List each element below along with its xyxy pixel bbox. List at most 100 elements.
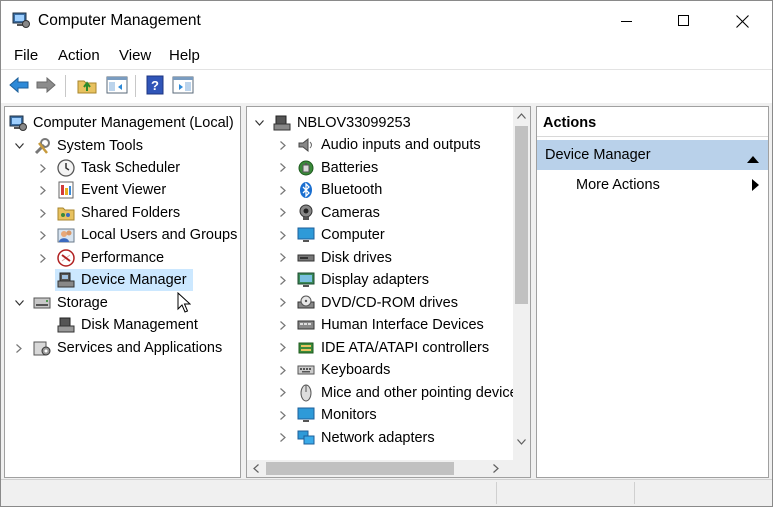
chevron-right-icon[interactable]: [277, 337, 289, 359]
tree-item-label: Performance: [81, 250, 165, 266]
console-tree-pane[interactable]: Computer Management (Local) System Tools…: [4, 106, 241, 478]
collapse-up-icon[interactable]: [747, 151, 759, 167]
chevron-right-icon[interactable]: [37, 247, 49, 269]
device-category-item[interactable]: Mice and other pointing devices: [297, 382, 525, 404]
device-category-item[interactable]: Bluetooth: [297, 179, 382, 201]
tree-item-label: Storage: [57, 295, 108, 311]
device-category-item[interactable]: Keyboards: [297, 359, 390, 381]
scroll-down-button[interactable]: [513, 433, 530, 450]
computer-node-icon: [273, 114, 291, 132]
computer-name-label: NBLOV33099253: [297, 115, 411, 131]
device-category-item[interactable]: Display adapters: [297, 269, 429, 291]
chevron-right-icon[interactable]: [277, 404, 289, 426]
tree-item-label: Event Viewer: [81, 182, 167, 198]
chevron-down-icon[interactable]: [253, 112, 265, 134]
ide-controller-icon: [297, 339, 315, 357]
device-category-item[interactable]: Monitors: [297, 404, 377, 426]
tree-item-device-manager[interactable]: Device Manager: [55, 269, 193, 291]
mouse-cursor-icon: [177, 292, 191, 313]
scroll-left-button[interactable]: [247, 460, 264, 477]
chevron-right-icon[interactable]: [277, 202, 289, 224]
horizontal-scroll-thumb[interactable]: [266, 462, 454, 475]
device-category-label: Cameras: [321, 204, 380, 221]
chevron-right-icon[interactable]: [277, 269, 289, 291]
chevron-down-icon[interactable]: [13, 292, 25, 314]
back-icon[interactable]: [7, 73, 31, 97]
device-category-label: Disk drives: [321, 249, 392, 266]
show-hide-action-pane-icon[interactable]: [171, 73, 195, 97]
tree-item-system-tools[interactable]: System Tools: [33, 135, 143, 157]
chevron-right-icon[interactable]: [277, 427, 289, 449]
tree-item-performance[interactable]: Performance: [57, 247, 164, 269]
close-button[interactable]: [713, 1, 771, 41]
tree-item-services-and-applications[interactable]: Services and Applications: [33, 337, 222, 359]
chevron-right-icon[interactable]: [13, 337, 25, 359]
vertical-scrollbar[interactable]: [513, 107, 530, 477]
chevron-down-icon[interactable]: [13, 135, 25, 157]
chevron-right-icon[interactable]: [37, 179, 49, 201]
device-category-item[interactable]: DVD/CD-ROM drives: [297, 292, 458, 314]
tree-item-disk-management[interactable]: Disk Management: [57, 314, 198, 336]
actions-section-device-manager[interactable]: Device Manager: [537, 140, 768, 170]
tree-item-shared-folders[interactable]: Shared Folders: [57, 202, 180, 224]
tree-root-computer-management[interactable]: Computer Management (Local): [9, 112, 234, 134]
dvd-drive-icon: [297, 294, 315, 312]
more-actions-item[interactable]: More Actions: [537, 173, 768, 199]
chevron-right-icon[interactable]: [277, 359, 289, 381]
event-viewer-icon: [57, 181, 75, 199]
device-category-item[interactable]: Computer: [297, 224, 385, 246]
scroll-up-button[interactable]: [513, 107, 530, 124]
menu-action[interactable]: Action: [58, 47, 100, 64]
menu-view[interactable]: View: [119, 47, 151, 64]
maximize-button[interactable]: [655, 1, 713, 41]
vertical-scroll-thumb[interactable]: [515, 126, 528, 304]
chevron-right-icon[interactable]: [277, 134, 289, 156]
device-tree-computer-node[interactable]: NBLOV33099253: [273, 112, 411, 134]
chevron-right-icon[interactable]: [277, 382, 289, 404]
device-category-item[interactable]: Audio inputs and outputs: [297, 134, 481, 156]
show-hide-console-tree-icon[interactable]: [105, 73, 129, 97]
chevron-right-icon[interactable]: [277, 247, 289, 269]
chevron-right-icon[interactable]: [37, 202, 49, 224]
chevron-right-icon[interactable]: [37, 224, 49, 246]
device-category-item[interactable]: Batteries: [297, 157, 378, 179]
tree-item-storage[interactable]: Storage: [33, 292, 108, 314]
device-category-item[interactable]: Network adapters: [297, 427, 435, 449]
menu-bar: File Action View Help: [1, 43, 772, 69]
chevron-right-icon[interactable]: [277, 179, 289, 201]
minimize-button[interactable]: [598, 1, 656, 41]
device-manager-icon: [57, 271, 75, 289]
device-category-label: Audio inputs and outputs: [321, 137, 481, 153]
help-icon[interactable]: ?: [143, 73, 167, 97]
device-category-label: DVD/CD-ROM drives: [321, 294, 458, 311]
chevron-right-icon[interactable]: [277, 314, 289, 336]
title-bar[interactable]: Computer Management: [1, 1, 772, 41]
chevron-right-icon[interactable]: [277, 157, 289, 179]
tree-item-event-viewer[interactable]: Event Viewer: [57, 179, 166, 201]
hid-icon: [297, 316, 315, 334]
tree-item-task-scheduler[interactable]: Task Scheduler: [57, 157, 180, 179]
menu-file[interactable]: File: [14, 47, 38, 64]
scroll-right-button[interactable]: [487, 460, 504, 477]
computer-management-window: Computer Management File Action View Hel…: [0, 0, 773, 507]
svg-text:?: ?: [151, 78, 159, 93]
content-area: Computer Management (Local) System Tools…: [1, 103, 772, 479]
services-icon: [33, 339, 51, 357]
device-category-item[interactable]: Cameras: [297, 202, 380, 224]
tree-item-label: Local Users and Groups: [81, 227, 238, 243]
tree-item-label: Services and Applications: [57, 340, 223, 356]
device-category-item[interactable]: Human Interface Devices: [297, 314, 484, 336]
chevron-right-icon[interactable]: [277, 224, 289, 246]
device-category-item[interactable]: IDE ATA/ATAPI controllers: [297, 337, 489, 359]
horizontal-scrollbar[interactable]: [247, 460, 513, 477]
up-folder-icon[interactable]: [75, 73, 99, 97]
monitor-icon: [297, 406, 315, 424]
chevron-right-icon[interactable]: [37, 157, 49, 179]
chevron-right-icon[interactable]: [277, 292, 289, 314]
tree-item-local-users-and-groups[interactable]: Local Users and Groups: [57, 224, 237, 246]
device-category-item[interactable]: Disk drives: [297, 247, 392, 269]
forward-icon[interactable]: [34, 73, 58, 97]
device-tree-pane[interactable]: NBLOV33099253 Audio inputs and outputs Ba…: [246, 106, 531, 478]
menu-help[interactable]: Help: [169, 47, 200, 64]
toolbar-separator: [135, 75, 136, 97]
